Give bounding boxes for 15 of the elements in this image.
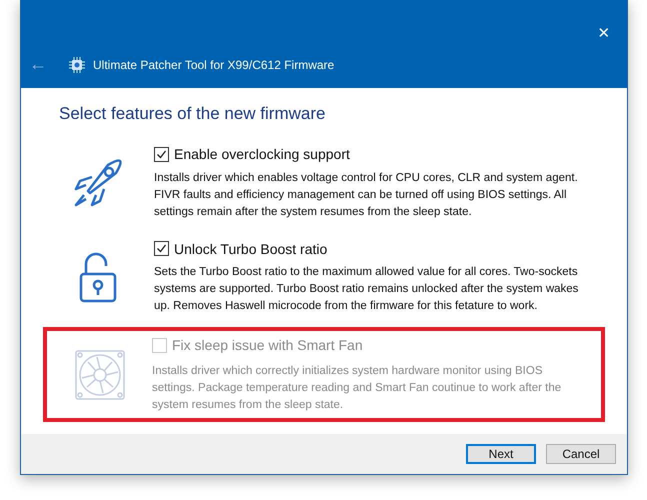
close-button[interactable]: ✕ — [581, 18, 627, 48]
check-mark-icon — [156, 148, 167, 160]
feature-checkbox[interactable]: Enable overclocking support — [154, 146, 350, 162]
feature-description: Sets the Turbo Boost ratio to the maximum allowed value for all cores. Two-sockets systems are supported. Turbo Boost ratio remains unlocked after the system wakes up. Removes Haswell microcode from the firmware for this fetature to work. — [154, 265, 580, 314]
check-mark-icon — [156, 243, 167, 254]
dialog-button[interactable]: Next — [466, 444, 536, 464]
page-heading: Select features of the new firmware — [59, 104, 326, 124]
feature-description: Installs driver which enables voltage control for CPU cores, CLR and system agent. FIVR faults and efficiency management can be turned off using BIOS settings. All settings remain after the system resumes from the sleep state. — [154, 170, 579, 220]
fan-icon — [74, 350, 124, 400]
feature-description: Installs driver which correctly initializes system hardware monitor using BIOS settings. Package temperature reading and Smart Fan coutinue to work after the system resumes from the sleep state. — [152, 364, 562, 412]
window-title: Ultimate Patcher Tool for X99/C612 Firmware — [93, 58, 334, 72]
chip-icon — [69, 56, 85, 72]
unlocked-padlock-icon — [78, 252, 118, 304]
dialog-button[interactable]: Cancel — [546, 444, 616, 464]
feature-checkbox[interactable]: Unlock Turbo Boost ratio — [154, 240, 328, 256]
